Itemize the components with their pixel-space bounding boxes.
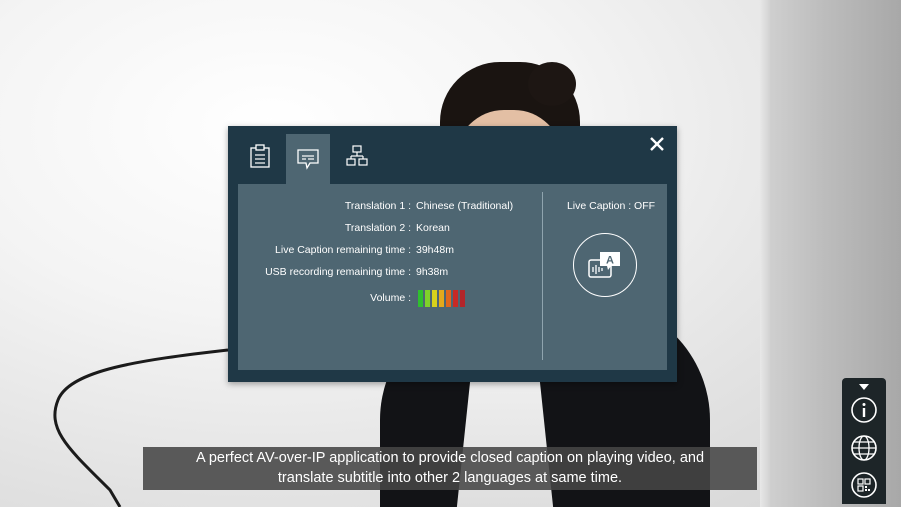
volume-label: Volume : [370, 292, 411, 304]
collapse-toolbar-button[interactable] [858, 382, 870, 392]
caret-down-icon [859, 384, 869, 390]
subtitle-line-2: translate subtitle into other 2 language… [277, 470, 623, 486]
caption-bubble-icon [297, 149, 319, 170]
live-caption-time-row: Live Caption remaining time : 39h48m [238, 244, 528, 260]
close-icon [650, 137, 664, 151]
volume-bar [453, 290, 458, 307]
live-caption-time-value: 39h48m [416, 244, 454, 256]
volume-bar [446, 290, 451, 307]
translation-1-value: Chinese (Traditional) [416, 200, 514, 212]
clipboard-icon [250, 144, 270, 168]
volume-bar [418, 290, 423, 307]
volume-bar [425, 290, 430, 307]
tab-device-info[interactable] [238, 134, 282, 178]
usb-recording-time-label: USB recording remaining time : [265, 266, 411, 278]
network-icon [346, 145, 368, 166]
usb-recording-time-value: 9h38m [416, 266, 449, 278]
info-button[interactable] [849, 395, 879, 425]
language-button[interactable] [849, 433, 879, 463]
volume-row: Volume : [238, 292, 528, 308]
globe-icon [851, 435, 877, 461]
live-caption-toggle-icon: A [588, 252, 620, 278]
side-toolbar [842, 378, 886, 504]
tab-network[interactable] [335, 134, 379, 178]
presenter-hair-bun [528, 62, 576, 106]
svg-text:A: A [606, 255, 614, 267]
volume-bar [432, 290, 437, 307]
volume-bar [460, 290, 465, 307]
status-dialog: Translation 1 : Chinese (Traditional) Tr… [228, 126, 677, 382]
info-icon [851, 397, 877, 423]
live-caption-status: Live Caption : OFF [566, 200, 656, 212]
translation-2-row: Translation 2 : Korean [238, 222, 528, 238]
live-caption-toggle-button[interactable]: A [573, 233, 637, 297]
translation-2-label: Translation 2 : [344, 222, 411, 234]
close-button[interactable] [645, 132, 669, 156]
qr-code-button[interactable] [849, 470, 879, 500]
tab-caption[interactable] [286, 134, 330, 184]
volume-bar [439, 290, 444, 307]
closed-caption-subtitle: A perfect AV-over-IP application to prov… [143, 447, 757, 490]
video-player: Translation 1 : Chinese (Traditional) Tr… [0, 0, 901, 507]
translation-2-value: Korean [416, 222, 450, 234]
translation-1-row: Translation 1 : Chinese (Traditional) [238, 200, 528, 216]
usb-recording-time-row: USB recording remaining time : 9h38m [238, 266, 528, 282]
translation-1-label: Translation 1 : [344, 200, 411, 212]
panel-divider [542, 192, 543, 360]
volume-meter [418, 290, 465, 307]
subtitle-line-1: A perfect AV-over-IP application to prov… [195, 450, 705, 466]
caption-info-panel: Translation 1 : Chinese (Traditional) Tr… [238, 184, 667, 370]
qr-code-icon [851, 472, 877, 498]
live-caption-time-label: Live Caption remaining time : [275, 244, 411, 256]
